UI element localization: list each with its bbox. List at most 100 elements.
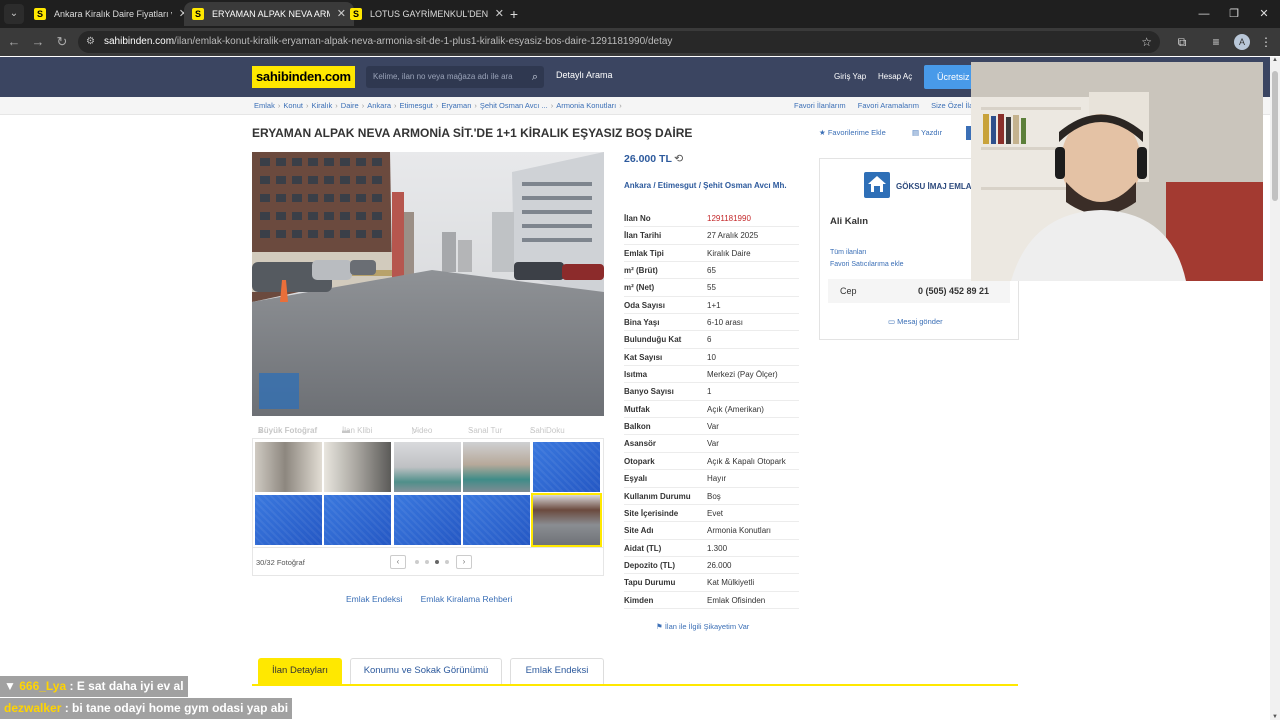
detail-value: 55	[707, 283, 716, 293]
complaint-label: İlan ile İlgili Şikayetim Var	[664, 622, 750, 631]
window-close-icon[interactable]: ✕	[1248, 0, 1280, 28]
breadcrumb-item[interactable]: Emlak	[254, 101, 275, 110]
thumbnail-grid	[252, 438, 604, 548]
tab-emlak-endeksi[interactable]: Emlak Endeksi	[510, 658, 604, 684]
breadcrumb-item[interactable]: Ankara	[367, 101, 391, 110]
chat-icon: ▭	[888, 317, 898, 326]
detail-row: Bina Yaşı 6-10 arası	[624, 314, 799, 332]
browser-tab-1[interactable]: S Ankara Kiralık Daire Fiyatları ve ✕	[26, 2, 196, 26]
large-photo-label: Büyük Fotoğraf	[258, 426, 318, 435]
breadcrumb-separator: ›	[474, 101, 477, 110]
pager-dot-active[interactable]	[435, 560, 439, 564]
thumbnail[interactable]	[394, 442, 461, 492]
breadcrumb-item[interactable]: Armonia Konutları	[556, 101, 616, 110]
breadcrumb-item[interactable]: Kiralık	[311, 101, 332, 110]
phone-box: Cep 0 (505) 452 89 21	[828, 279, 1010, 303]
close-icon[interactable]: ✕	[495, 2, 504, 26]
sahibinden-favicon: S	[34, 8, 46, 20]
scroll-up-icon[interactable]: ▲	[1270, 57, 1280, 63]
scroll-down-icon[interactable]: ▼	[1270, 714, 1280, 720]
store-name[interactable]: GÖKSU İMAJ EMLAK	[896, 182, 977, 191]
favorite-searches-link[interactable]: Favori Aramalarım	[858, 101, 919, 110]
add-favorite-link[interactable]: ★ Favorilerime Ekle	[819, 128, 886, 137]
site-logo[interactable]: sahibinden.com	[252, 66, 355, 88]
add-favorite-seller-link[interactable]: Favori Satıcılarıma ekle	[830, 261, 904, 268]
tab-location[interactable]: Konumu ve Sokak Görünümü	[350, 658, 502, 684]
thumbnail[interactable]	[324, 495, 391, 545]
tab-search-button[interactable]: ⌄	[4, 4, 24, 24]
detail-value: 1.300	[707, 543, 728, 553]
detail-row: Kimden Emlak Ofisinden	[624, 592, 799, 609]
login-link[interactable]: Giriş Yap	[834, 72, 866, 81]
emlak-endeksi-link[interactable]: Emlak Endeksi	[346, 594, 402, 604]
phone-number[interactable]: 0 (505) 452 89 21	[918, 286, 989, 296]
browser-tab-2[interactable]: S ERYAMAN ALPAK NEVA ARMONİ ✕	[184, 2, 354, 26]
register-link[interactable]: Hesap Aç	[878, 72, 912, 81]
location[interactable]: Ankara / Etimesgut / Şehit Osman Avcı Mh…	[624, 181, 794, 191]
detail-row: Banyo Sayısı 1	[624, 383, 799, 401]
forward-icon[interactable]: →	[28, 32, 48, 52]
restore-icon[interactable]: ❐	[1218, 0, 1250, 28]
send-message-link[interactable]: ▭ Mesaj gönder	[888, 317, 943, 326]
site-info-icon[interactable]: ⚙	[86, 31, 95, 53]
breadcrumb-separator: ›	[619, 101, 622, 110]
breadcrumb-item[interactable]: Şehit Osman Avcı ...	[480, 101, 548, 110]
breadcrumb-item[interactable]: Konut	[283, 101, 303, 110]
breadcrumb-item[interactable]: Daire	[341, 101, 359, 110]
breadcrumb-item[interactable]: Etimesgut	[400, 101, 433, 110]
webcam-image	[971, 62, 1263, 281]
page-scrollbar[interactable]: ▲ ▼	[1270, 57, 1280, 720]
store-logo[interactable]	[864, 172, 890, 198]
pager-dot[interactable]	[415, 560, 419, 564]
detail-row: Eşyalı Hayır	[624, 470, 799, 488]
profile-avatar[interactable]: A	[1234, 34, 1250, 50]
url-path: /ilan/emlak-konut-kiralik-eryaman-alpak-…	[174, 36, 673, 47]
thumbnail-selected[interactable]	[531, 493, 602, 547]
detail-row: Depozito (TL) 26.000	[624, 557, 799, 575]
thumbnail[interactable]	[324, 442, 391, 492]
print-link[interactable]: ▤ Yazdır	[912, 128, 942, 137]
detail-value: Kiralık Daire	[707, 248, 751, 258]
detail-key: Kat Sayısı	[624, 352, 663, 362]
reload-icon[interactable]: ↻	[52, 32, 72, 52]
menu-icon[interactable]: ⋮	[1256, 32, 1276, 52]
detail-row: Site İçerisinde Evet	[624, 505, 799, 523]
thumbnail[interactable]	[255, 495, 322, 545]
search-icon[interactable]: ⌕	[532, 66, 538, 88]
chevron-right-icon[interactable]: ›	[456, 555, 472, 569]
chevron-left-icon[interactable]: ‹	[390, 555, 406, 569]
pager-dot[interactable]	[445, 560, 449, 564]
thumbnail[interactable]	[463, 442, 530, 492]
bookmark-star-icon[interactable]: ☆	[1141, 31, 1152, 53]
media-icon[interactable]: ≡	[1206, 32, 1226, 52]
detail-key: Depozito (TL)	[624, 560, 676, 570]
detail-key: Oda Sayısı	[624, 300, 665, 310]
breadcrumb-item[interactable]: Eryaman	[441, 101, 471, 110]
detail-value: 6-10 arası	[707, 318, 744, 328]
thumbnail[interactable]	[533, 442, 600, 492]
rental-guide-link[interactable]: Emlak Kiralama Rehberi	[421, 594, 513, 604]
detail-key: Kimden	[624, 595, 654, 605]
detailed-search-link[interactable]: Detaylı Arama	[556, 70, 613, 80]
detail-row: Site Adı Armonia Konutları	[624, 522, 799, 540]
price-history-icon[interactable]: ⟲	[674, 152, 683, 165]
complaint-link[interactable]: ⚑ İlan ile İlgili Şikayetim Var	[656, 622, 749, 631]
favorite-listings-link[interactable]: Favori İlanlarım	[794, 101, 846, 110]
browser-tab-3[interactable]: S LOTUS GAYRİMENKUL'DEN AYL ✕	[342, 2, 512, 26]
thumbnail[interactable]	[255, 442, 322, 492]
add-favorite-label: Favorilerime Ekle	[827, 128, 886, 137]
tab-listing-details[interactable]: İlan Detayları	[258, 658, 342, 684]
thumbnail[interactable]	[463, 495, 530, 545]
back-icon[interactable]: ←	[4, 32, 24, 52]
scrollbar-thumb[interactable]	[1272, 71, 1278, 201]
new-tab-icon[interactable]: +	[504, 4, 524, 24]
pager-dot[interactable]	[425, 560, 429, 564]
main-photo[interactable]	[252, 152, 604, 416]
thumbnail[interactable]	[394, 495, 461, 545]
minimize-icon[interactable]: —	[1188, 0, 1220, 28]
search-input[interactable]: Kelime, ilan no veya mağaza adı ile ara …	[366, 66, 544, 88]
all-listings-link[interactable]: Tüm ilanları	[830, 249, 867, 256]
url-bar[interactable]: ⚙ sahibinden.com/ilan/emlak-konut-kirali…	[78, 31, 1160, 53]
extensions-icon[interactable]: ⧉	[1172, 32, 1192, 52]
breadcrumb-separator: ›	[435, 101, 439, 110]
